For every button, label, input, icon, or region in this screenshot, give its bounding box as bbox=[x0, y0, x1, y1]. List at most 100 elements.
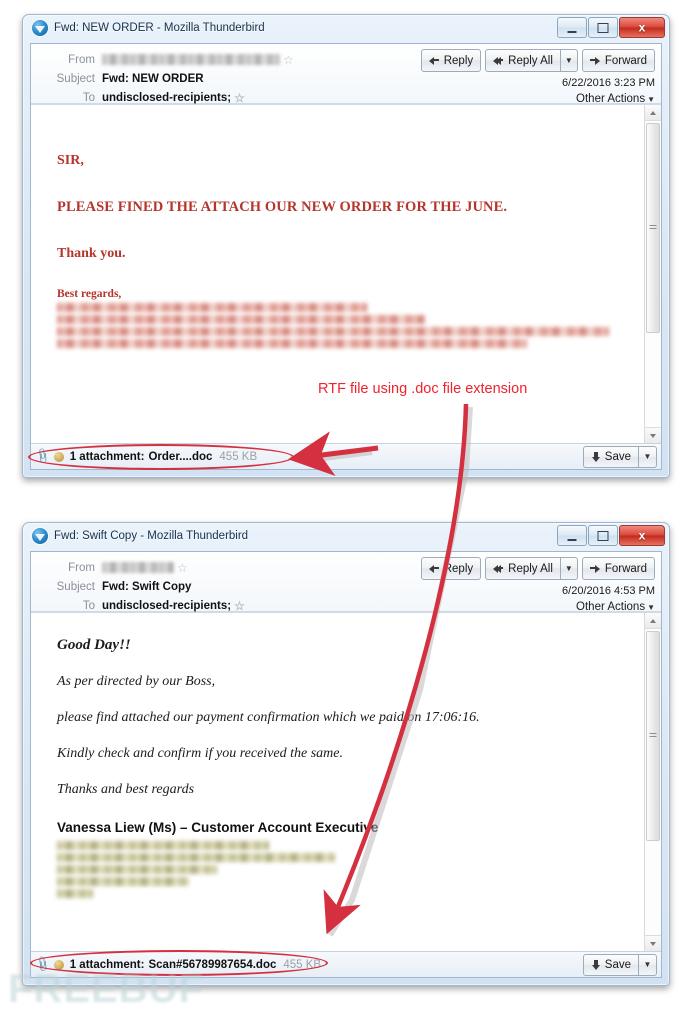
annotation-callout-text: RTF file using .doc file extension bbox=[318, 381, 528, 397]
to-text-1: undisclosed-recipients; bbox=[102, 91, 232, 104]
email-window-1[interactable]: Fwd: NEW ORDER - Mozilla Thunderbird x F… bbox=[22, 14, 670, 478]
download-arrow-icon-2 bbox=[591, 959, 601, 971]
star-icon-to-1[interactable]: ☆ bbox=[234, 92, 245, 104]
from-redacted-1 bbox=[102, 54, 280, 65]
scroll-track-1[interactable] bbox=[645, 121, 661, 427]
redacted-line bbox=[57, 303, 367, 312]
message-date-2: 6/20/2016 4:53 PM bbox=[562, 585, 655, 597]
from-label-1: From bbox=[68, 53, 95, 66]
reply-all-button-1[interactable]: Reply All bbox=[485, 49, 560, 72]
to-value-2: undisclosed-recipients; ☆ bbox=[102, 600, 245, 612]
to-text-2: undisclosed-recipients; bbox=[102, 599, 232, 612]
save-dropdown-2[interactable]: ▼ bbox=[638, 954, 657, 976]
save-button-2[interactable]: Save bbox=[582, 954, 639, 976]
message-body-2: Good Day!! As per directed by our Boss, … bbox=[31, 613, 644, 951]
forward-label-2: Forward bbox=[604, 562, 647, 575]
body-line-4-2: Thanks and best regards bbox=[57, 782, 195, 797]
reply-all-dropdown-1[interactable]: ▼ bbox=[559, 49, 578, 72]
scrollbar-1[interactable] bbox=[644, 105, 661, 443]
reply-all-dropdown-2[interactable]: ▼ bbox=[559, 557, 578, 580]
subject-label-2: Subject bbox=[56, 580, 95, 593]
forward-button-2[interactable]: Forward bbox=[581, 557, 655, 580]
scroll-up-icon-1[interactable] bbox=[645, 105, 661, 121]
redacted-line bbox=[57, 853, 335, 862]
body-line-1-1: PLEASE FINED THE ATTACH OUR NEW ORDER FO… bbox=[57, 199, 508, 215]
reply-all-label-2: Reply All bbox=[508, 562, 553, 575]
email-window-2[interactable]: Fwd: Swift Copy - Mozilla Thunderbird x … bbox=[22, 522, 670, 986]
close-button-2[interactable]: x bbox=[619, 525, 665, 546]
download-arrow-icon-1 bbox=[591, 451, 601, 463]
redacted-line bbox=[57, 315, 425, 324]
close-icon-2: x bbox=[638, 528, 646, 543]
reply-all-label-1: Reply All bbox=[508, 54, 553, 67]
minimize-button-2[interactable] bbox=[557, 525, 587, 546]
reply-button-2[interactable]: Reply bbox=[420, 557, 482, 580]
redacted-line bbox=[57, 841, 269, 850]
body-greeting-1: SIR, bbox=[57, 153, 84, 168]
attachment-size-2: 455 KB bbox=[283, 958, 322, 971]
forward-arrow-icon-2 bbox=[589, 564, 601, 573]
subject-label-1: Subject bbox=[56, 72, 95, 85]
body-line-3-2: Kindly check and confirm if you received… bbox=[57, 746, 343, 761]
scroll-down-icon-2[interactable] bbox=[645, 935, 661, 951]
window-controls-1[interactable]: x bbox=[556, 17, 665, 38]
forward-button-1[interactable]: Forward bbox=[581, 49, 655, 72]
client-area-1: From ☆ Subject Fwd: NEW ORDER To undiscl… bbox=[30, 43, 662, 470]
to-label-2: To bbox=[82, 599, 95, 612]
forward-label-1: Forward bbox=[604, 54, 647, 67]
scroll-thumb-2[interactable] bbox=[646, 631, 660, 842]
chevron-down-icon-1: ▼ bbox=[564, 55, 573, 65]
save-dropdown-1[interactable]: ▼ bbox=[638, 446, 657, 468]
scroll-track-2[interactable] bbox=[645, 629, 661, 935]
titlebar-2[interactable]: Fwd: Swift Copy - Mozilla Thunderbird x bbox=[23, 523, 669, 549]
attachment-size-1: 455 KB bbox=[219, 450, 258, 463]
reply-all-button-2[interactable]: Reply All bbox=[485, 557, 560, 580]
thunderbird-icon bbox=[32, 528, 48, 544]
forward-arrow-icon-1 bbox=[589, 56, 601, 65]
reply-all-arrow-icon-2 bbox=[493, 564, 504, 573]
attachment-file-icon-1 bbox=[53, 451, 66, 463]
chevron-down-icon-other-1: ▼ bbox=[647, 95, 655, 104]
thunderbird-icon bbox=[32, 20, 48, 36]
close-button-1[interactable]: x bbox=[619, 17, 665, 38]
other-actions-2[interactable]: Other Actions ▼ bbox=[417, 601, 655, 613]
save-label-2: Save bbox=[604, 959, 631, 971]
body-thanks-1: Thank you. bbox=[57, 246, 126, 261]
attachment-bar-1: 📎 1 attachment: Order....doc 455 KB Save… bbox=[31, 443, 661, 469]
other-actions-1[interactable]: Other Actions ▼ bbox=[417, 93, 655, 105]
scrollbar-2[interactable] bbox=[644, 613, 661, 951]
mail-header-1: From ☆ Subject Fwd: NEW ORDER To undiscl… bbox=[31, 44, 661, 105]
body-signoff-1: Best regards, bbox=[57, 288, 122, 300]
save-label-1: Save bbox=[604, 451, 631, 463]
attachment-filename-1[interactable]: Order....doc bbox=[148, 451, 212, 463]
from-value-1: ☆ bbox=[102, 54, 294, 66]
mail-header-2: From ☆ Subject Fwd: Swift Copy To undisc… bbox=[31, 552, 661, 613]
redacted-line bbox=[57, 327, 609, 336]
reply-label-2: Reply bbox=[443, 562, 474, 575]
save-button-1[interactable]: Save bbox=[582, 446, 639, 468]
maximize-button-2[interactable] bbox=[588, 525, 618, 546]
window-controls-2[interactable]: x bbox=[556, 525, 665, 546]
watermark-freebuf: FREEBUF bbox=[8, 967, 204, 1011]
scroll-up-icon-2[interactable] bbox=[645, 613, 661, 629]
client-area-2: From ☆ Subject Fwd: Swift Copy To undisc… bbox=[30, 551, 662, 978]
scroll-grip-icon-2 bbox=[649, 733, 657, 740]
reply-button-1[interactable]: Reply bbox=[420, 49, 482, 72]
body-greeting-2: Good Day!! bbox=[57, 637, 131, 653]
reply-button-group-1: Reply Reply All ▼ Forward bbox=[417, 49, 655, 72]
body-signature-2: Vanessa Liew (Ms) – Customer Account Exe… bbox=[57, 820, 379, 835]
star-icon-to-2[interactable]: ☆ bbox=[234, 600, 245, 612]
subject-value-1: Fwd: NEW ORDER bbox=[102, 72, 204, 85]
minimize-button-1[interactable] bbox=[557, 17, 587, 38]
body-wrapper-2: Good Day!! As per directed by our Boss, … bbox=[31, 612, 661, 951]
reply-label-1: Reply bbox=[443, 54, 474, 67]
scroll-thumb-1[interactable] bbox=[646, 123, 660, 334]
maximize-button-1[interactable] bbox=[588, 17, 618, 38]
star-icon-from-1[interactable]: ☆ bbox=[283, 54, 294, 66]
window-title-2: Fwd: Swift Copy - Mozilla Thunderbird bbox=[54, 530, 249, 542]
scroll-down-icon-1[interactable] bbox=[645, 427, 661, 443]
other-actions-label-1: Other Actions bbox=[576, 93, 646, 105]
star-icon-from-2[interactable]: ☆ bbox=[177, 562, 188, 574]
redacted-line bbox=[57, 339, 527, 348]
titlebar-1[interactable]: Fwd: NEW ORDER - Mozilla Thunderbird x bbox=[23, 15, 669, 41]
